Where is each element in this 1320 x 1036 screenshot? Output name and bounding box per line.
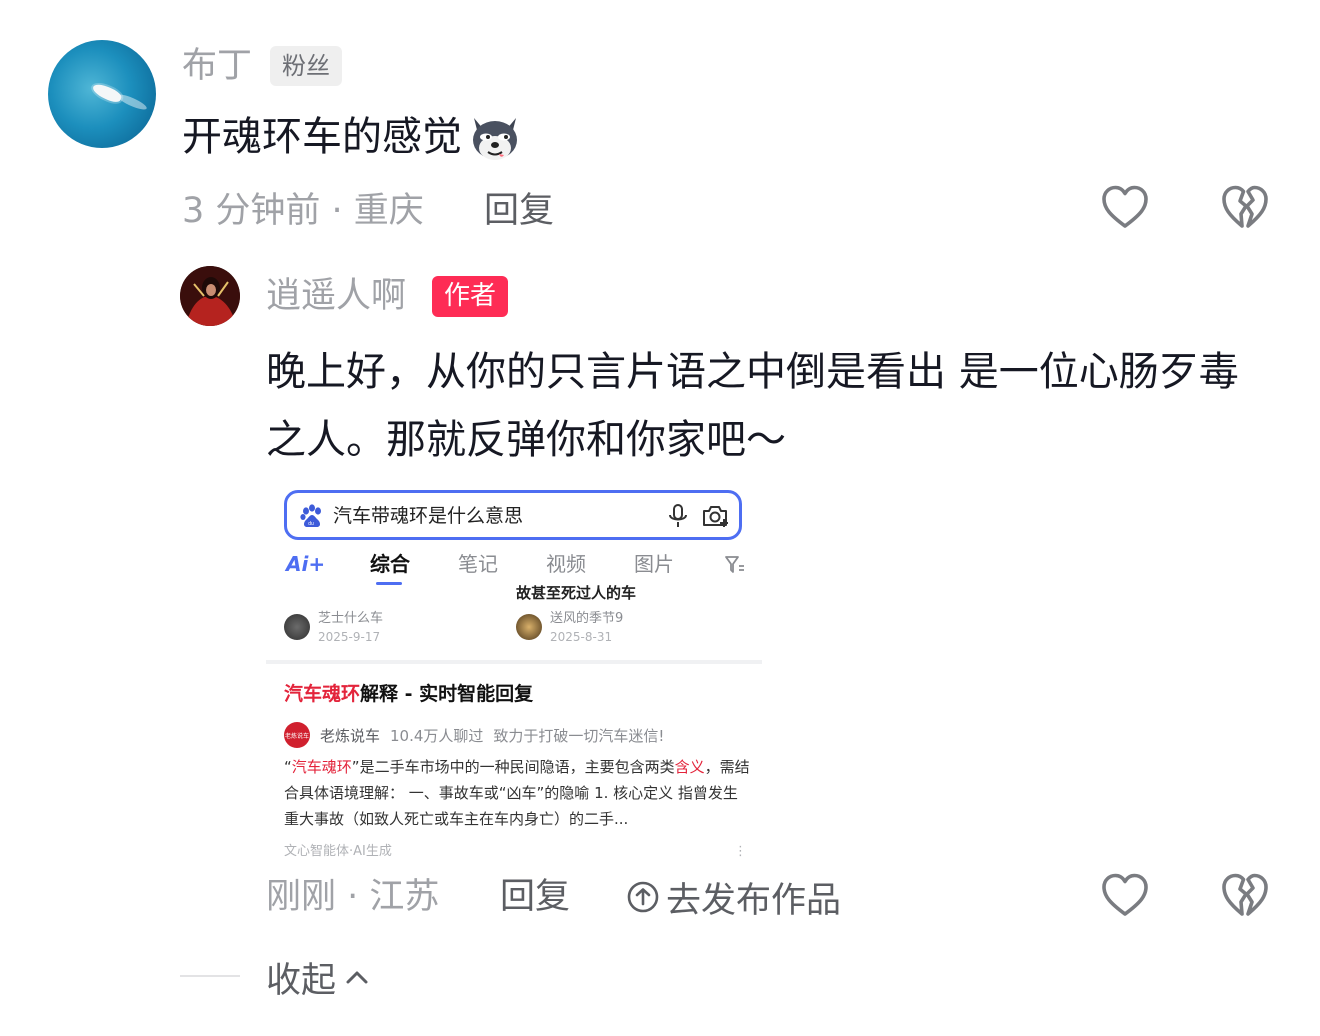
embedded-author-name: 芝士什么车 [318, 611, 384, 626]
result-title-highlight: 汽车魂环 [284, 683, 361, 705]
embedded-author-avatar [516, 614, 542, 640]
broken-heart-icon [1222, 185, 1268, 228]
comment-text: 开魂环车的感觉 [182, 110, 524, 164]
camera-search-icon [703, 506, 728, 527]
result-title-rest: 解释 - 实时智能回复 [360, 683, 534, 705]
embedded-related-title: 故甚至死过人的车 [516, 584, 637, 602]
collapse-label: 收起 [266, 960, 337, 1001]
embedded-tab-ai: Ai+ [286, 552, 326, 576]
wolf-emoji-icon [466, 110, 524, 164]
author-badge: 作者 [432, 276, 509, 317]
source-stats: 10.4万人聊过 [390, 726, 484, 745]
collapse-divider [180, 975, 240, 977]
chevron-up-icon [346, 971, 368, 984]
svg-text:du: du [308, 521, 314, 527]
publish-work-label: 去发布作品 [666, 880, 842, 921]
comment-text-content: 开魂环车的感觉 [182, 114, 462, 160]
embedded-search-query: 汽车带魂环是什么意思 [333, 505, 524, 527]
body-middle: ”是二手车市场中的一种民间隐语，主要包含两类 [351, 758, 675, 776]
embedded-tab-images: 图片 [634, 552, 674, 576]
reply-reply-button[interactable]: 回复 [500, 874, 570, 920]
comment-dislike-button[interactable] [1220, 184, 1270, 234]
comment-time-location: 3 分钟前 · 重庆 [182, 191, 424, 231]
embedded-author-avatar [284, 614, 310, 640]
reply-text: 晚上好，从你的只言片语之中倒是看出 是一位心肠歹毒之人。那就反弹你和你家吧～ [266, 349, 1239, 463]
embedded-author-date: 2025-8-31 [550, 630, 613, 644]
embedded-search-box: du 汽车带魂环是什么意思 [284, 490, 742, 540]
embedded-tab-general: 综合 [370, 552, 410, 576]
microphone-icon [669, 504, 687, 527]
more-options-icon: ⋮ [734, 844, 747, 859]
source-name: 老炼说车 [320, 726, 381, 745]
reply-dislike-button[interactable] [1220, 872, 1270, 922]
collapse-replies-button[interactable]: 收起 [266, 954, 370, 1001]
author-username[interactable]: 逍遥人啊 [266, 272, 406, 320]
fan-badge: 粉丝 [270, 46, 342, 86]
embedded-author-name: 送风的季节9 [550, 611, 624, 626]
commenter-avatar[interactable] [48, 40, 156, 148]
heart-icon [1102, 873, 1148, 916]
embedded-author-date: 2025-9-17 [318, 630, 381, 644]
reply-image[interactable]: du 汽车带魂环是什么意思 Ai+ 综合 笔记 视频 图片 故甚至死过人的车 芝… [266, 480, 762, 866]
comment-reply-button[interactable]: 回复 [484, 188, 554, 234]
upload-circle-icon [627, 881, 659, 913]
baidu-paw-icon: du [300, 504, 321, 527]
reply-time-location: 刚刚 · 江苏 [266, 877, 440, 917]
embedded-source-row: 老炼说车 老炼说车 10.4万人聊过 致力于打破一切汽车迷信! [284, 722, 664, 748]
body-highlight-meaning: 含义 [674, 758, 705, 776]
source-slogan: 致力于打破一切汽车迷信! [493, 726, 665, 745]
embedded-tab-notes: 笔记 [458, 552, 498, 576]
body-highlight-term: 汽车魂环 [291, 758, 352, 776]
active-tab-underline [376, 582, 402, 585]
divider [266, 660, 762, 664]
reply-like-button[interactable] [1100, 872, 1150, 922]
embedded-result-title: 汽车魂环解释 - 实时智能回复 [284, 680, 533, 708]
embedded-tab-bar: Ai+ 综合 笔记 视频 图片 [266, 550, 762, 588]
body-quote-open: “ [284, 758, 292, 776]
embedded-tab-video: 视频 [546, 552, 586, 576]
filter-icon [725, 556, 744, 573]
source-logo: 老炼说车 [284, 722, 310, 748]
publish-work-button[interactable]: 去发布作品 [626, 874, 842, 921]
author-avatar[interactable] [180, 266, 240, 326]
comment-like-button[interactable] [1100, 184, 1150, 234]
embedded-result-body: “汽车魂环”是二手车市场中的一种民间隐语，主要包含两类含义，需结合具体语境理解：… [284, 754, 750, 832]
heart-icon [1102, 185, 1148, 228]
commenter-username[interactable]: 布丁 [182, 42, 252, 90]
broken-heart-icon [1222, 873, 1268, 916]
embedded-result-footer: 文心智能体·AI生成 [284, 844, 392, 859]
